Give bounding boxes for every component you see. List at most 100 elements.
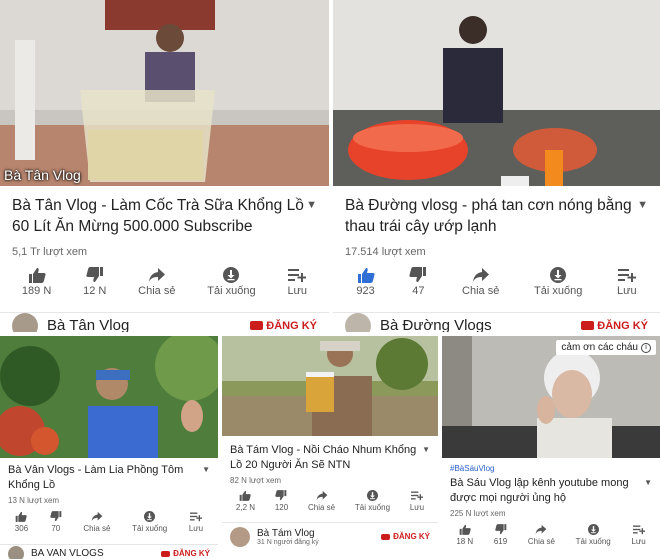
like-button[interactable]: 18 N [456,524,473,552]
channel-avatar[interactable] [12,312,38,332]
download-circle-icon [550,267,567,283]
like-button[interactable]: 923 [356,267,375,305]
video-card-1: Bà Tân Vlog Bà Tân Vlog - Làm Cốc Trà Sữ… [0,0,329,332]
hashtag-link[interactable]: #BàSáuVlog [450,464,494,473]
share-arrow-icon [536,524,547,535]
video-thumbnail-1[interactable]: Bà Tân Vlog [0,0,329,186]
add-to-playlist-icon [288,269,307,282]
channel-avatar[interactable] [230,526,250,547]
share-label: Chia sẻ [138,285,176,297]
channel-name[interactable]: Bà Đường Vlogs [380,317,492,332]
save-label: Lưu [631,537,646,546]
share-button[interactable]: Chia sẻ [462,267,499,305]
download-circle-icon [587,524,599,535]
download-button[interactable]: Tải xuống [355,490,390,518]
share-button[interactable]: Chia sẻ [138,267,175,305]
video-title[interactable]: Bà Tân Vlog - Làm Cốc Trà Sữa Khổng Lồ 6… [12,196,306,238]
dislike-button[interactable]: 47 [409,267,427,305]
subscribe-button[interactable]: ĐĂNG KÝ [381,532,430,541]
share-label: Chia sẻ [527,537,555,546]
youtube-play-icon [581,321,595,330]
save-button[interactable]: Lưu [189,511,203,539]
view-count: 5,1 Tr lượt xem [12,246,88,258]
thumbs-down-icon [494,524,506,535]
youtube-play-icon [250,321,264,330]
like-count: 2,2 N [235,503,256,512]
video-thumbnail-5[interactable]: cảm ơn các cháu i [442,336,660,458]
add-to-playlist-icon [189,512,202,522]
share-arrow-icon [316,490,327,501]
channel-avatar[interactable] [345,312,371,332]
video-thumbnail-3[interactable] [0,336,218,458]
channel-name[interactable]: Bà Tám Vlog [257,528,319,539]
subscribe-label: ĐĂNG KÝ [597,319,648,332]
download-label: Tải xuống [575,537,611,546]
thumbs-down-icon [86,267,103,282]
subscribe-button[interactable]: ĐĂNG KÝ [250,320,317,332]
info-icon: i [641,342,651,353]
like-count: 18 N [456,537,474,546]
kebab-menu-icon[interactable]: ▼ [644,478,652,487]
save-label: Lưu [616,285,637,297]
subscribe-button[interactable]: ĐĂNG KÝ [161,549,210,558]
download-label: Tải xuống [207,285,256,297]
video-title[interactable]: Bà Tám Vlog - Nồi Cháo Nhum Khổng Lồ 20 … [230,443,422,473]
video-thumbnail-2[interactable] [333,0,660,186]
download-label: Tải xuống [534,285,583,297]
thumbnail-watermark: Bà Tân Vlog [4,167,81,183]
download-button[interactable]: Tải xuống [132,511,167,539]
share-label: Chia sẻ [307,503,336,512]
video-info-card[interactable]: cảm ơn các cháu i [556,340,656,355]
kebab-menu-icon[interactable]: ▼ [202,465,210,474]
subscribe-label: ĐĂNG KÝ [266,319,317,332]
channel-avatar[interactable] [8,545,24,559]
dislike-count: 70 [51,524,61,533]
share-button[interactable]: Chia sẻ [308,490,335,518]
thumbs-up-icon [16,511,28,522]
kebab-menu-icon[interactable]: ▼ [422,445,430,454]
thumbs-up-icon [459,524,471,535]
kebab-menu-icon[interactable]: ▼ [637,199,648,211]
save-label: Lưu [188,524,204,533]
download-button[interactable]: Tải xuống [576,524,611,552]
like-button[interactable]: 306 [15,511,28,539]
subscribe-label: ĐĂNG KÝ [393,532,430,541]
share-label: Chia sẻ [83,524,111,533]
download-label: Tải xuống [132,524,168,533]
video-thumbnail-4[interactable] [222,336,438,436]
share-button[interactable]: Chia sẻ [528,524,555,552]
download-button[interactable]: Tải xuống [207,267,256,305]
kebab-menu-icon[interactable]: ▼ [306,199,317,211]
subscribe-label: ĐĂNG KÝ [173,549,210,558]
channel-name[interactable]: BA VAN VLOGS [31,548,104,559]
add-to-playlist-icon [617,269,636,282]
channel-name[interactable]: Bà Tân Vlog [47,317,129,332]
subscribe-button[interactable]: ĐĂNG KÝ [581,320,648,332]
info-card-text: cảm ơn các cháu [561,342,638,353]
save-button[interactable]: Lưu [617,267,637,305]
share-button[interactable]: Chia sẻ [83,511,111,539]
dislike-button[interactable]: 619 [494,524,507,552]
like-count: 923 [356,285,375,297]
dislike-count: 47 [412,285,425,297]
like-button[interactable]: 189 N [22,267,51,305]
dislike-button[interactable]: 120 [275,490,288,518]
video-title[interactable]: Bà Vân Vlogs - Làm Lia Phồng Tôm Khổng L… [8,463,202,493]
video-card-2: Bà Đường vlosg - phá tan cơn nóng bằng t… [333,0,660,332]
save-button[interactable]: Lưu [287,267,307,305]
share-label: Chia sẻ [462,285,500,297]
download-circle-icon [223,267,240,283]
like-count: 189 N [21,285,52,297]
dislike-button[interactable]: 70 [50,511,62,539]
share-arrow-icon [148,268,165,282]
download-button[interactable]: Tải xuống [534,267,582,305]
view-count: 225 N lượt xem [450,509,506,518]
video-title[interactable]: Bà Sáu Vlog lập kênh youtube mong được m… [450,476,644,506]
like-button[interactable]: 2,2 N [236,490,255,518]
video-title[interactable]: Bà Đường vlosg - phá tan cơn nóng bằng t… [345,196,637,238]
dislike-button[interactable]: 12 N [83,267,106,305]
thumbs-down-icon [50,511,62,522]
save-button[interactable]: Lưu [631,524,646,552]
video-card-4: Bà Tám Vlog - Nồi Cháo Nhum Khổng Lồ 20 … [222,336,438,559]
save-button[interactable]: Lưu [410,490,424,518]
